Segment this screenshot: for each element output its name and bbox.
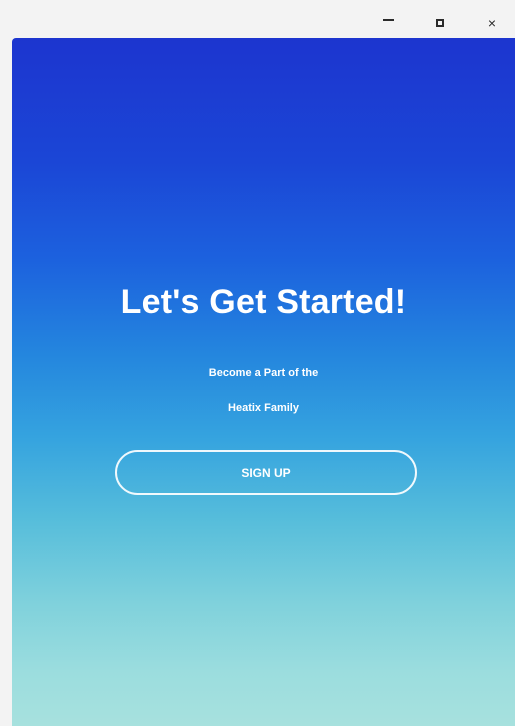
- minimize-button[interactable]: [373, 10, 403, 36]
- subtitle-line-1: Become a Part of the: [208, 367, 319, 379]
- welcome-panel: Let's Get Started! Become a Part of the …: [12, 38, 515, 726]
- minimize-icon: [382, 19, 394, 21]
- maximize-icon: [436, 19, 444, 27]
- subtitle-line-2: Heatix Family: [228, 402, 299, 414]
- close-icon: ×: [487, 15, 497, 31]
- page-title: Let's Get Started!: [120, 283, 407, 321]
- sign-up-button[interactable]: SIGN UP: [115, 450, 417, 495]
- close-button[interactable]: ×: [477, 10, 507, 36]
- maximize-button[interactable]: [425, 10, 455, 36]
- sign-up-label: SIGN UP: [241, 465, 291, 480]
- app-window: × Let's Get Started! Become a Part of th…: [0, 0, 515, 726]
